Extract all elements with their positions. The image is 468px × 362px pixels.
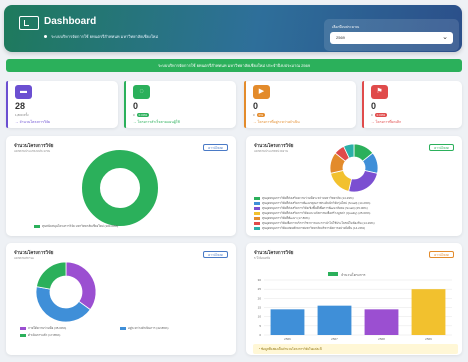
x-tick-label: 2569 [425,337,432,341]
chat-icon: ◌ [133,85,150,99]
y-tick-label: 0 [259,333,261,337]
year-label: เลือกปีงบประมาณ [332,25,360,29]
stat-accent-bar [362,81,364,128]
x-tick-label: 2567 [331,337,338,341]
stat-value: 0 [371,101,377,111]
folder-icon: ▬ [15,85,32,99]
legend-item: ทุนอุดหนุนการวิจัยแสดงศักยภาพมหาวิทยาลัย… [254,226,365,231]
legend-item: ภายใต้ความร่วมมือ (35.00%) [20,326,66,331]
bar-chart: จำนวนโครงการ 0 5 10 15 20 25 30 2566 2567 2568 2569 [258,272,452,341]
year-value: 2569 [336,35,345,40]
bar [411,289,446,335]
chart-card-yearly: จำนวนโครงการวิจัย 5 ปี ย้อนหลัง ดาวน์โหล… [246,243,462,355]
stat-link[interactable]: → จำนวนโครงการวิจัย [15,119,50,125]
x-tick-label: 2568 [378,337,385,341]
legend-item: ทุนสนับสนุนโครงการวิจัย มหาวิทยาลัยเชียง… [34,224,118,229]
stat-link[interactable]: → โครงการที่ยกเลิก [371,119,401,125]
donut-slice [82,150,158,226]
stat-value: 0 [253,101,259,111]
stat-meta: 0 0% [253,113,266,117]
year-selector: เลือกปีงบประมาณ 2569 ⌄ [324,19,459,51]
y-tick-label: 10 [258,315,262,319]
stat-card-cancelled: ⚑ 0 0 0.00% → โครงการที่ยกเลิก [362,81,462,128]
donut-slice [330,169,353,192]
stat-meta: 0 0.00% [133,113,150,117]
chart-card-agency-type: จำนวนโครงการวิจัย แยกตามประเภทหน่วยงาน ด… [246,136,462,236]
y-tick-label: 30 [258,278,262,282]
stat-value: 28 [15,101,26,111]
dashboard-header: Dashboard ระบบบริหารจัดการใช้ ยทนตรรีสำพ… [4,5,462,52]
donut-chart [35,261,97,323]
y-tick-label: 20 [258,296,262,300]
flag-icon: ⚑ [371,85,388,99]
donut-chart [82,150,158,226]
legend-swatch [34,224,40,228]
play-icon: ▶ [253,85,270,99]
page-title: Dashboard [44,16,97,27]
stat-link[interactable]: → โครงการที่อยู่ระหว่างดำเนิน [253,119,300,125]
stat-card-in-progress: ▶ 0 0 0% → โครงการที่อยู่ระหว่างดำเนิน [244,81,356,128]
y-tick-label: 5 [259,324,261,328]
stat-meta: 1,800 ครั้ง [15,113,29,117]
year-select[interactable]: 2569 ⌄ [330,32,453,44]
y-tick-label: 15 [258,306,262,310]
stat-accent-bar [6,81,8,128]
stat-link[interactable]: → โครงการสำเร็จตามแผนผู้ใช้ [133,119,180,125]
stat-card-total: ▬ 28 1,800 ครั้ง → จำนวนโครงการวิจัย [6,81,118,128]
stat-value: 0 [133,101,139,111]
x-tick-label: 2566 [284,337,291,341]
y-tick-label: 25 [258,287,262,291]
chart-card-budget-type: จำนวนโครงการวิจัย แยกตามประเภทงบประมาณ ด… [6,136,236,236]
legend-item: อยู่ระหว่างดำเนินการ (42.86%) [120,326,168,331]
page-subtitle: ระบบบริหารจัดการใช้ ยทนตรรีสำพทนท มหาวิท… [44,33,158,40]
stat-accent-bar [124,81,126,128]
bar [364,309,399,335]
stat-accent-bar [244,81,246,128]
info-banner: ระบบบริหารจัดการใช้ ยทนตรรีสำพทนท มหาวิท… [6,59,462,72]
legend-label: จำนวนโครงการ [341,272,366,277]
donut-slice [36,261,67,290]
stat-meta: 0 0.00% [371,113,388,117]
legend-swatch [328,272,338,276]
bar [317,305,352,335]
chart-note: * ข้อมูลที่แสดงเป็นจำนวนโครงการวิจัยในแต… [253,344,458,354]
chevron-down-icon: ⌄ [442,34,448,41]
legend-item: ดำเนินการแล้ว (17.86%) [20,333,60,338]
bar [270,309,305,335]
dashboard-logo-icon [19,16,39,30]
chart-card-status: จำนวนโครงการวิจัย แยกตามสถานะ ดาวน์โหลด … [6,243,236,355]
donut-slice [348,169,378,193]
bullet-icon [44,35,47,39]
stat-card-success: ◌ 0 0 0.00% → โครงการสำเร็จตามแผนผู้ใช้ [124,81,236,128]
